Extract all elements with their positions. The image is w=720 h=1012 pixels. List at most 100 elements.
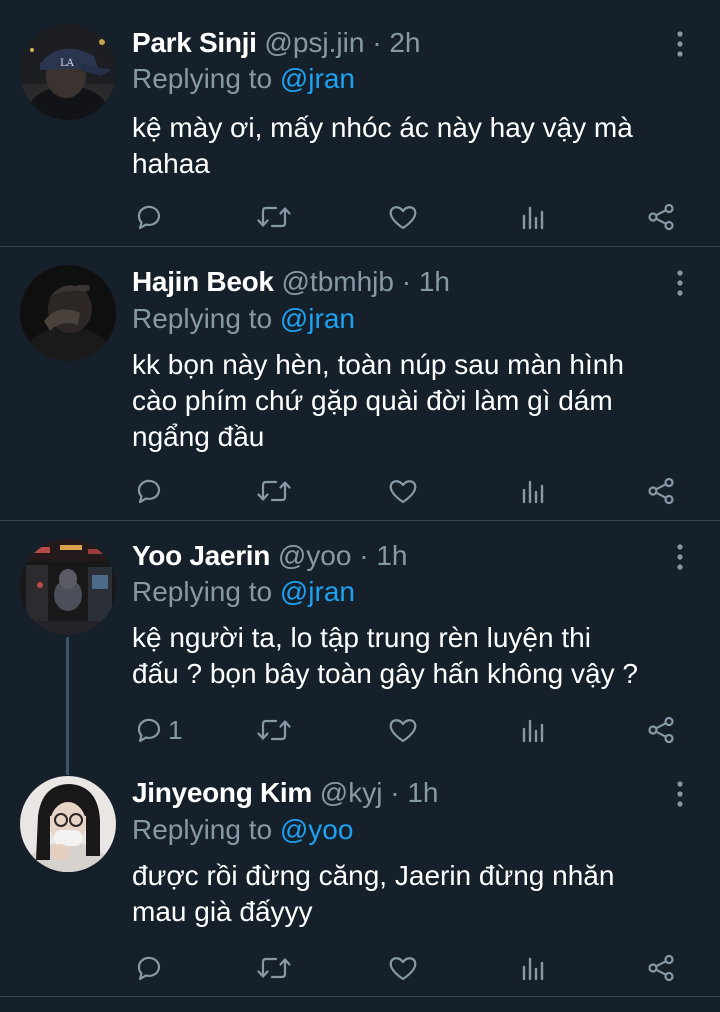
- user-handle[interactable]: @kyj: [320, 777, 383, 808]
- tweet[interactable]: Jinyeong Kim @kyj · 1h Replying to @yoo …: [0, 766, 720, 996]
- share-button[interactable]: [646, 202, 676, 232]
- analytics-button[interactable]: [520, 202, 546, 232]
- retweet-button[interactable]: [257, 202, 291, 232]
- share-button[interactable]: [646, 953, 676, 983]
- svg-text:LA: LA: [60, 58, 75, 69]
- reply-button[interactable]: [134, 476, 168, 506]
- more-vertical-icon[interactable]: [670, 30, 690, 58]
- tweet-header: Hajin Beok @tbmhjb · 1h: [132, 265, 450, 299]
- tweet-text-line: được rồi đừng căng, Jaerin đừng nhăn: [132, 860, 615, 891]
- timestamp[interactable]: 1h: [407, 777, 438, 808]
- like-button[interactable]: [388, 476, 418, 506]
- share-icon: [646, 954, 676, 982]
- avatar[interactable]: [20, 539, 116, 635]
- separator-dot: ·: [372, 27, 382, 58]
- analytics-button[interactable]: [520, 715, 546, 745]
- share-button[interactable]: [646, 476, 676, 506]
- tweet-actions: 1: [132, 715, 692, 745]
- retweet-button[interactable]: [257, 953, 291, 983]
- tweet-text-line: mau già đấyyy: [132, 896, 313, 927]
- replying-to-line: Replying to @jran: [132, 62, 355, 96]
- thread-connector: [66, 637, 69, 775]
- retweet-button[interactable]: [257, 715, 291, 745]
- heart-icon: [388, 954, 418, 982]
- retweet-icon: [257, 954, 291, 982]
- tweet-text: kệ mày ơi, mấy nhóc ác này hay vậy mà ha…: [132, 110, 692, 182]
- retweet-button[interactable]: [257, 476, 291, 506]
- timestamp[interactable]: 1h: [376, 540, 407, 571]
- tweet-text-line: kk bọn này hèn, toàn núp sau màn hình: [132, 349, 624, 380]
- separator-dot: ·: [390, 777, 400, 808]
- replying-to-label: Replying to: [132, 63, 273, 94]
- mention-link[interactable]: @yoo: [280, 814, 354, 845]
- share-icon: [646, 203, 676, 231]
- reply-button[interactable]: 1: [134, 715, 182, 745]
- display-name[interactable]: Yoo Jaerin: [132, 540, 270, 571]
- timestamp[interactable]: 1h: [419, 266, 450, 297]
- reply-button[interactable]: [134, 953, 168, 983]
- display-name[interactable]: Jinyeong Kim: [132, 777, 312, 808]
- separator-dot: ·: [359, 540, 369, 571]
- reply-count: 1: [168, 715, 183, 745]
- user-handle[interactable]: @tbmhjb: [282, 266, 394, 297]
- replying-to-line: Replying to @yoo: [132, 813, 353, 847]
- share-button[interactable]: [646, 715, 676, 745]
- reply-icon: [134, 716, 162, 744]
- more-vertical-icon[interactable]: [670, 269, 690, 297]
- avatar[interactable]: [20, 265, 116, 361]
- tweet-header: Yoo Jaerin @yoo · 1h: [132, 539, 408, 573]
- reply-button[interactable]: [134, 202, 168, 232]
- tweet[interactable]: Hajin Beok @tbmhjb · 1h Replying to @jra…: [0, 247, 720, 520]
- mention-link[interactable]: @jran: [280, 576, 355, 607]
- tweet-text: được rồi đừng căng, Jaerin đừng nhăn mau…: [132, 858, 692, 930]
- replying-to-line: Replying to @jran: [132, 575, 355, 609]
- tweet-text: kk bọn này hèn, toàn núp sau màn hình cà…: [132, 347, 692, 455]
- tweet[interactable]: LA Park Sinji @psj.jin · 2h Replying to …: [0, 0, 720, 246]
- tweet-text-line: cào phím chứ gặp quài đời làm gì dám: [132, 385, 613, 416]
- replying-to-line: Replying to @jran: [132, 302, 355, 336]
- analytics-icon: [520, 477, 546, 505]
- more-vertical-icon[interactable]: [670, 780, 690, 808]
- heart-icon: [388, 203, 418, 231]
- replying-to-label: Replying to: [132, 576, 273, 607]
- reply-icon: [134, 954, 162, 982]
- analytics-button[interactable]: [520, 953, 546, 983]
- analytics-icon: [520, 954, 546, 982]
- replying-to-label: Replying to: [132, 303, 273, 334]
- like-button[interactable]: [388, 953, 418, 983]
- analytics-button[interactable]: [520, 476, 546, 506]
- share-icon: [646, 716, 676, 744]
- retweet-icon: [257, 716, 291, 744]
- mention-link[interactable]: @jran: [280, 303, 355, 334]
- retweet-icon: [257, 203, 291, 231]
- tweet-text-line: kệ người ta, lo tập trung rèn luyện thi: [132, 622, 591, 653]
- heart-icon: [388, 716, 418, 744]
- mention-link[interactable]: @jran: [280, 63, 355, 94]
- heart-icon: [388, 477, 418, 505]
- more-vertical-icon[interactable]: [670, 543, 690, 571]
- separator-dot: ·: [401, 266, 412, 297]
- tweet-text-line: ngẩng đầu: [132, 421, 265, 452]
- analytics-icon: [520, 716, 546, 744]
- timestamp[interactable]: 2h: [389, 27, 420, 58]
- avatar[interactable]: [20, 776, 116, 872]
- tweet-header: Park Sinji @psj.jin · 2h: [132, 26, 420, 60]
- share-icon: [646, 477, 676, 505]
- tweet-text: kệ người ta, lo tập trung rèn luyện thi …: [132, 620, 692, 692]
- display-name[interactable]: Park Sinji: [132, 27, 257, 58]
- like-button[interactable]: [388, 715, 418, 745]
- tweet-text-line: đấu ? bọn bây toàn gây hấn không vậy ?: [132, 658, 638, 689]
- user-handle[interactable]: @psj.jin: [264, 27, 364, 58]
- reply-icon: [134, 203, 162, 231]
- tweet[interactable]: Yoo Jaerin @yoo · 1h Replying to @jran k…: [0, 521, 720, 775]
- like-button[interactable]: [388, 202, 418, 232]
- avatar[interactable]: LA: [20, 24, 116, 120]
- retweet-icon: [257, 477, 291, 505]
- display-name[interactable]: Hajin Beok: [132, 266, 274, 297]
- tweet-header: Jinyeong Kim @kyj · 1h: [132, 776, 438, 810]
- tweet-actions: [132, 953, 692, 983]
- divider: [0, 996, 720, 997]
- user-handle[interactable]: @yoo: [278, 540, 352, 571]
- tweet-actions: [132, 202, 692, 232]
- tweet-text-line: kệ mày ơi, mấy nhóc ác này hay vậy mà: [132, 112, 633, 143]
